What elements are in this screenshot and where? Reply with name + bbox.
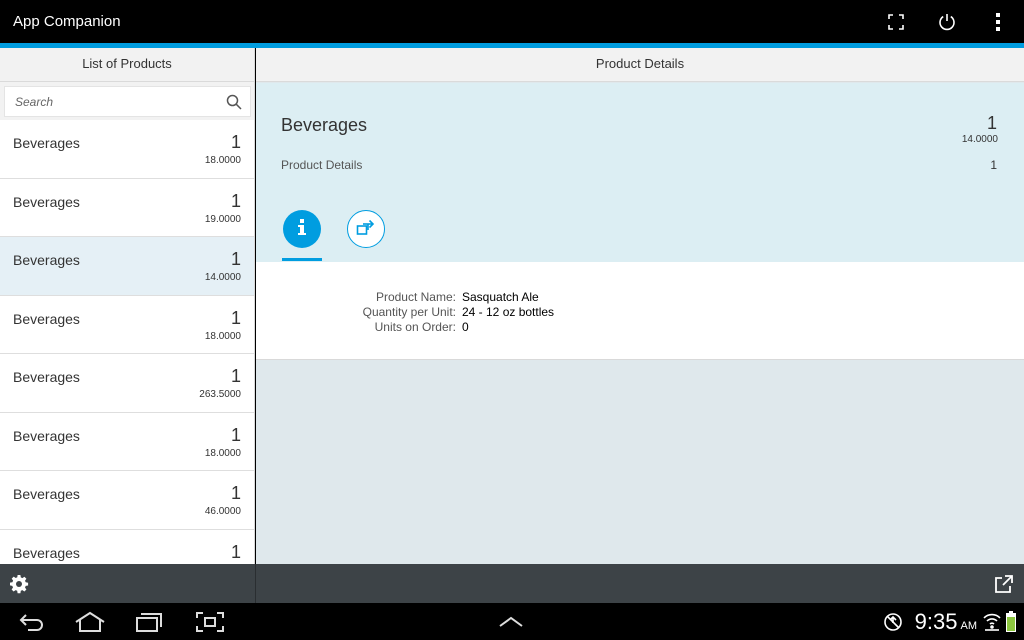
navigate-icon (356, 218, 376, 241)
list-item-unit: 18.0000 (204, 155, 241, 166)
info-icon (294, 218, 310, 241)
back-icon[interactable] (18, 611, 46, 633)
list-item-number: 1 (230, 366, 241, 386)
list-item-number: 1 (230, 307, 241, 328)
detail-header: Product Details (256, 48, 1024, 82)
clock-time: 9:35 (914, 609, 958, 634)
list-item[interactable]: Beverages 1 18.0000 (0, 295, 254, 354)
list-item-title: Beverages (13, 310, 80, 327)
list-item-number: 1 (230, 424, 241, 445)
list-item[interactable]: Beverages 1 (0, 529, 254, 564)
overflow-menu-icon[interactable] (987, 11, 1009, 33)
detail-footer (256, 564, 1024, 603)
list-item-unit: 263.5000 (199, 389, 241, 400)
form-value: 24 - 12 oz bottles (462, 305, 555, 319)
list-item-unit: 18.0000 (204, 330, 241, 342)
power-icon[interactable] (936, 11, 958, 33)
screenshot-icon[interactable] (195, 611, 225, 633)
home-icon[interactable] (74, 611, 106, 633)
list-item-title: Beverages (13, 135, 80, 151)
list-item-number: 1 (230, 483, 241, 503)
system-navigation-bar: 9:35 AM (0, 603, 1024, 640)
form-label: Quantity per Unit: (362, 305, 456, 319)
list-item-title: Beverages (13, 427, 80, 444)
object-attribute-value: 1 (990, 158, 997, 172)
object-number: 1 (986, 113, 997, 133)
list-item-title: Beverages (13, 486, 80, 502)
detail-panel: Product Details Beverages 1 14.0000 Prod… (256, 48, 1024, 564)
form-value: 0 (462, 320, 469, 334)
app-title: App Companion (13, 13, 121, 30)
list-item[interactable]: Beverages 1 263.5000 (0, 354, 254, 413)
form-row-quantity-per-unit: Quantity per Unit: 24 - 12 oz bottles (256, 305, 1024, 321)
object-title: Beverages (281, 115, 368, 135)
tab-navigate[interactable] (347, 210, 385, 248)
list-item-number: 1 (230, 132, 241, 152)
form-row-product-name: Product Name: Sasquatch Ale (256, 290, 1024, 306)
title-bar: App Companion (0, 0, 1024, 43)
battery-icon (1005, 611, 1017, 633)
list-item[interactable]: Beverages 1 46.0000 (0, 471, 254, 530)
tab-underline (282, 258, 322, 261)
master-panel: List of Products Beverages118.0000Bevera… (0, 48, 255, 564)
list-item-number: 1 (230, 541, 241, 562)
object-number-unit: 14.0000 (961, 134, 998, 145)
wifi-icon (983, 611, 1001, 633)
share-icon[interactable] (994, 574, 1014, 594)
status-clock: 9:35 AM (915, 609, 977, 635)
list-item-title: Beverages (13, 369, 80, 385)
list-item-unit: 14.0000 (204, 272, 241, 283)
search-input[interactable] (5, 87, 220, 116)
data-saver-icon (883, 612, 903, 634)
recent-apps-icon[interactable] (134, 611, 164, 633)
fullscreen-icon[interactable] (885, 11, 907, 33)
product-list: Beverages 1 18.0000 Beverages 1 19.0000 Bevera… (0, 120, 254, 564)
form-row-units-on-order: Units on Order: 0 (256, 320, 1024, 336)
list-item[interactable]: Beverages 1 18.0000 (0, 412, 254, 471)
search-box (4, 86, 251, 117)
master-header: List of Products (0, 48, 254, 82)
form-label: Product Name: (375, 290, 456, 304)
form-value: Sasquatch Ale (462, 290, 539, 304)
list-item-unit: 19.0000 (204, 213, 241, 225)
list-item-title: Beverages (13, 193, 80, 210)
list-item-title: Beverages (13, 252, 80, 268)
list-item[interactable]: Beverages 1 14.0000 (0, 237, 254, 296)
settings-gear-icon[interactable] (9, 574, 29, 594)
clock-ampm: AM (960, 620, 978, 632)
list-item-number: 1 (230, 249, 241, 269)
list-item[interactable]: Beverages 1 18.0000 (0, 120, 254, 179)
form-label: Units on Order: (374, 320, 456, 334)
search-bar (0, 82, 254, 120)
list-item[interactable]: Beverages 1 19.0000 (0, 178, 254, 237)
master-footer (0, 564, 255, 603)
search-icon[interactable] (226, 94, 242, 110)
list-item-unit: 46.0000 (204, 506, 241, 517)
object-header: Beverages 1 14.0000 Product Details 1 (256, 83, 1024, 262)
list-item-unit: 18.0000 (204, 447, 241, 459)
list-item-title: Beverages (13, 544, 80, 561)
product-form: Product Name: Sasquatch Ale Quantity per… (256, 262, 1024, 360)
chevron-up-icon[interactable] (497, 611, 525, 633)
tab-info[interactable] (283, 210, 321, 248)
object-attribute: Product Details (281, 158, 363, 172)
list-item-number: 1 (230, 190, 241, 211)
